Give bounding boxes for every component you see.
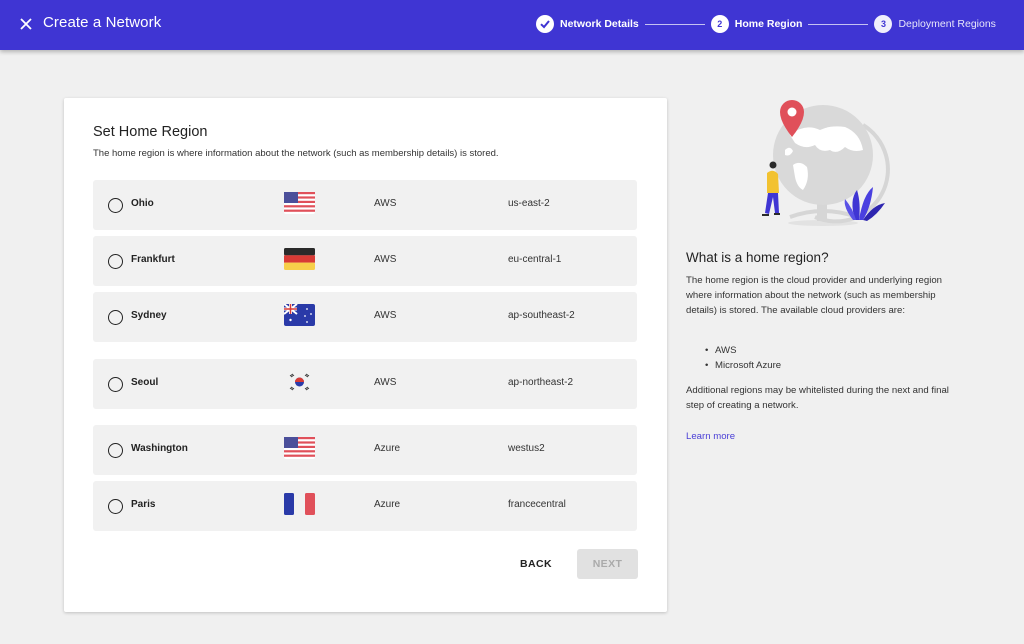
us-flag-icon	[284, 437, 315, 459]
card-title: Set Home Region	[93, 124, 208, 140]
cloud-provider: AWS	[374, 377, 397, 388]
cloud-provider: AWS	[374, 198, 397, 209]
cloud-provider: AWS	[374, 310, 397, 321]
radio-button[interactable]	[108, 310, 123, 325]
region-code: francecentral	[508, 499, 566, 510]
region-option-sydney[interactable]: Sydney AWS ap-southeast-2	[93, 292, 637, 342]
region-option-paris[interactable]: Paris Azure francecentral	[93, 481, 637, 531]
step-number: 3	[874, 15, 893, 33]
region-name: Ohio	[131, 198, 154, 209]
radio-button[interactable]	[108, 198, 123, 213]
stepper: Network Details 2 Home Region 3 Deployme…	[536, 14, 996, 34]
close-icon	[20, 18, 32, 30]
step-label: Home Region	[734, 18, 803, 30]
help-note: Additional regions may be whitelisted du…	[686, 385, 949, 411]
next-button: NEXT	[577, 549, 638, 579]
south-korea-flag-icon	[284, 371, 315, 393]
step-label: Network Details	[560, 18, 639, 30]
region-name: Sydney	[131, 310, 167, 321]
us-flag-icon	[284, 192, 315, 214]
region-option-seoul[interactable]: Seoul AWS ap-northeast-2	[93, 359, 637, 409]
step-connector	[644, 23, 705, 25]
help-description: The home region is the cloud provider an…	[686, 275, 942, 316]
radio-button[interactable]	[108, 443, 123, 458]
australia-flag-icon	[284, 304, 315, 326]
radio-button[interactable]	[108, 377, 123, 392]
region-name: Seoul	[131, 377, 159, 388]
card-description: The home region is where information abo…	[93, 148, 499, 159]
region-code: us-east-2	[508, 198, 550, 209]
germany-flag-icon	[284, 248, 315, 270]
region-code: eu-central-1	[508, 254, 562, 265]
provider-list: AWS Microsoft Azure	[705, 343, 781, 373]
region-name: Frankfurt	[131, 254, 175, 265]
globe-location-illustration	[745, 95, 895, 230]
radio-button[interactable]	[108, 254, 123, 269]
france-flag-icon	[284, 493, 315, 515]
cloud-provider: Azure	[374, 443, 401, 454]
page-title: Create a Network	[43, 14, 162, 31]
check-icon	[540, 20, 550, 29]
region-name: Washington	[131, 443, 188, 454]
learn-more-link[interactable]: Learn more	[686, 431, 735, 442]
step-connector	[808, 23, 869, 25]
step-label: Deployment Regions	[898, 18, 996, 30]
help-title: What is a home region?	[686, 250, 829, 265]
close-button[interactable]	[16, 14, 36, 34]
region-code: westus2	[508, 443, 545, 454]
region-option-washington[interactable]: Washington Azure westus2	[93, 425, 637, 475]
top-app-bar: Create a Network Network Details 2 Home …	[0, 0, 1024, 50]
home-region-card: Set Home Region The home region is where…	[64, 98, 667, 612]
cloud-provider: Azure	[374, 499, 401, 510]
region-code: ap-northeast-2	[508, 377, 574, 388]
step-deployment-regions: 3 Deployment Regions	[874, 15, 996, 33]
radio-button[interactable]	[108, 499, 123, 514]
provider-list-item: Microsoft Azure	[705, 358, 781, 373]
provider-list-item: AWS	[705, 343, 781, 358]
region-code: ap-southeast-2	[508, 310, 575, 321]
step-number: 2	[710, 15, 729, 33]
step-network-details[interactable]: Network Details	[536, 15, 639, 33]
step-home-region: 2 Home Region	[710, 15, 803, 33]
step-completed-indicator	[536, 15, 554, 33]
cloud-provider: AWS	[374, 254, 397, 265]
region-option-ohio[interactable]: Ohio AWS us-east-2	[93, 180, 637, 230]
region-name: Paris	[131, 499, 156, 510]
back-button[interactable]: BACK	[507, 549, 565, 579]
region-option-frankfurt[interactable]: Frankfurt AWS eu-central-1	[93, 236, 637, 286]
